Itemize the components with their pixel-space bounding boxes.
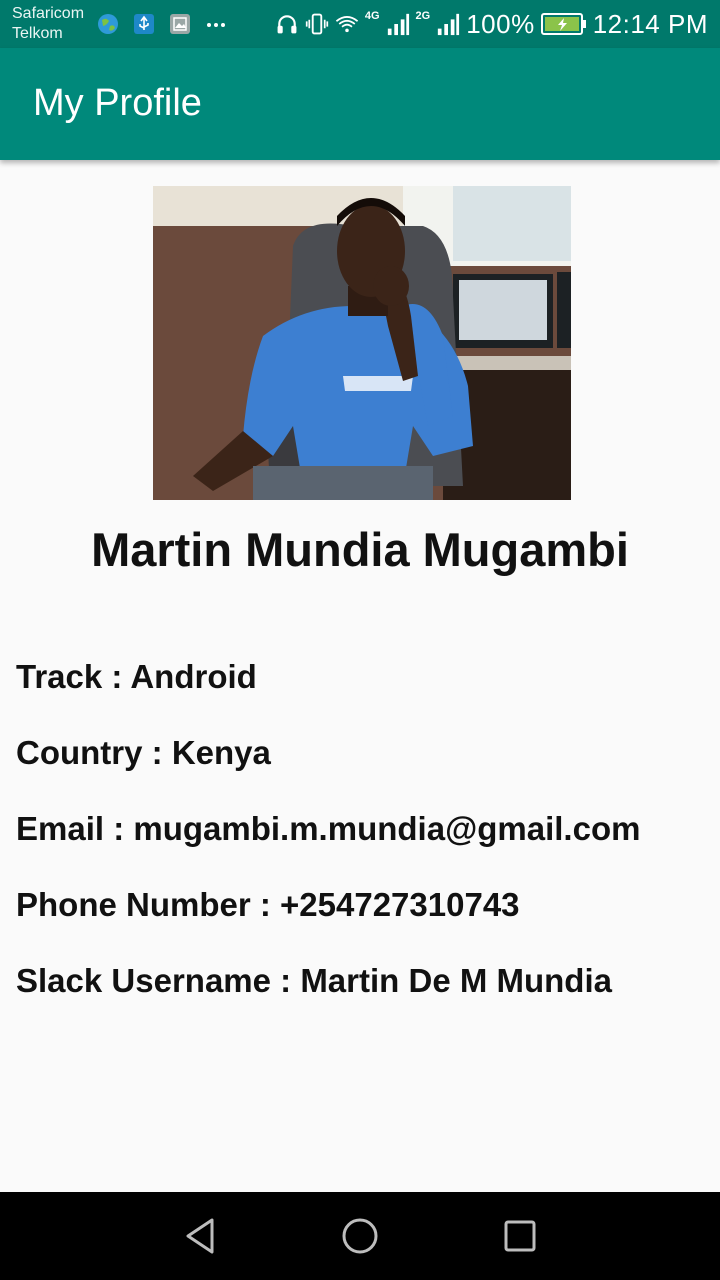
signal-2g-icon: [436, 12, 460, 36]
image-icon: [168, 12, 192, 36]
profile-name: Martin Mundia Mugambi: [91, 523, 629, 576]
carrier-names: Safaricom Telkom: [12, 4, 84, 44]
back-button[interactable]: [178, 1214, 222, 1258]
carrier-1: Safaricom: [12, 5, 85, 22]
recents-icon: [504, 1220, 536, 1252]
navigation-bar: [0, 1192, 720, 1280]
battery-charging-icon: [540, 12, 587, 36]
recents-button[interactable]: [498, 1214, 542, 1258]
profile-photo-illustration: [153, 186, 571, 500]
home-icon: [342, 1218, 378, 1254]
wifi-icon: [335, 12, 359, 36]
more-icon: [204, 12, 228, 36]
headphones-icon: [275, 12, 299, 36]
profile-photo: [153, 186, 571, 500]
carrier-2: Telkom: [12, 25, 63, 42]
app-bar: My Profile: [0, 48, 720, 160]
home-button[interactable]: [338, 1214, 382, 1258]
phone-detail: Phone Number : +254727310743: [16, 886, 520, 923]
email-detail: Email : mugambi.m.mundia@gmail.com: [16, 810, 641, 847]
signal-4g-icon: [386, 12, 410, 36]
country-detail: Country : Kenya: [16, 734, 271, 771]
notification-icons: [96, 12, 228, 36]
profile-content: Martin Mundia Mugambi Track : Android Co…: [0, 160, 720, 1192]
network-2g-label: 2G: [415, 10, 431, 22]
usb-icon: [132, 12, 156, 36]
page-title: My Profile: [33, 82, 202, 124]
slack-username-detail: Slack Username : Martin De M Mundia: [16, 962, 612, 999]
globe-icon: [96, 12, 120, 36]
network-4g-label: 4G: [364, 10, 380, 22]
track-detail: Track : Android: [16, 658, 257, 695]
status-bar: Safaricom Telkom 4G 2G 100% 12:14 PM: [0, 0, 720, 48]
battery-percent: 100%: [466, 8, 535, 39]
system-status-icons: 4G 2G 100% 12:14 PM: [275, 6, 708, 42]
back-icon: [186, 1218, 214, 1254]
clock: 12:14 PM: [592, 8, 708, 39]
vibrate-icon: [305, 12, 329, 36]
